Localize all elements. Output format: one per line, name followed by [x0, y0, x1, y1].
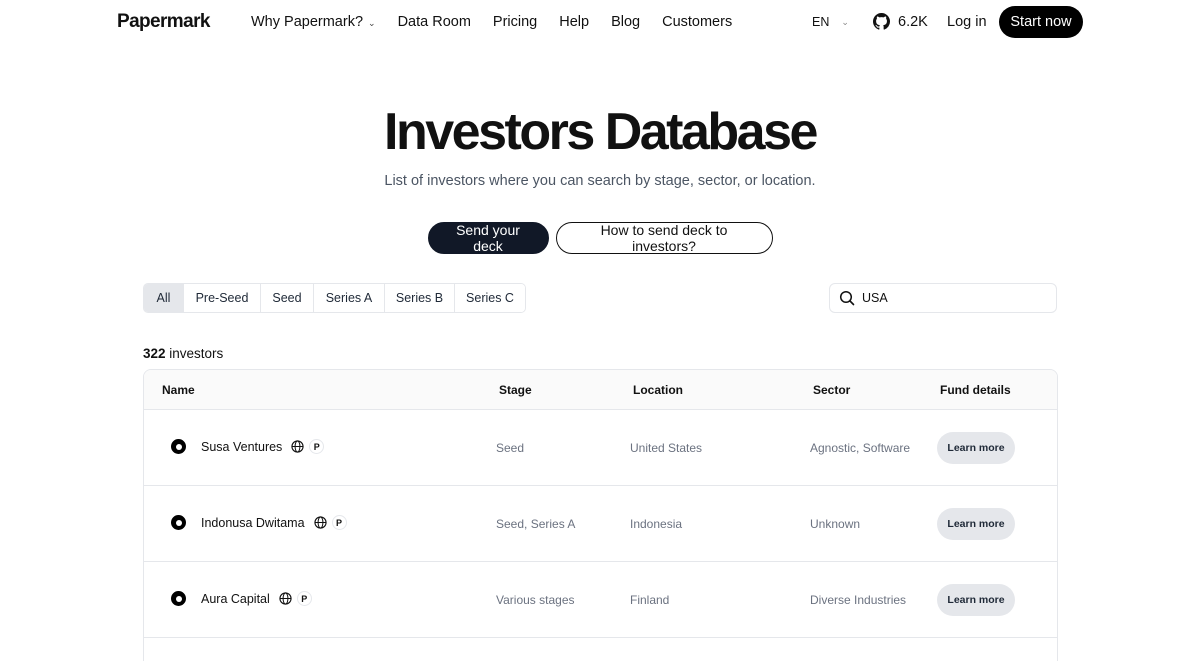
learn-more-button[interactable]: Learn more	[937, 508, 1015, 540]
investor-stage: Seed	[496, 441, 525, 455]
tab-series-a[interactable]: Series A	[314, 284, 385, 312]
investor-count-label: investors	[165, 346, 224, 361]
investor-name-cell: Aura Capital P	[171, 591, 312, 606]
investor-sector: Diverse Industries	[810, 593, 907, 607]
tab-pre-seed[interactable]: Pre-Seed	[184, 284, 261, 312]
page-subtitle: List of investors where you can search b…	[384, 173, 816, 189]
papermark-logo[interactable]: Papermark	[117, 11, 210, 33]
search-box	[829, 283, 1057, 313]
nav-links: Why Papermark? ⌄ Data Room Pricing Help …	[251, 14, 754, 30]
chevron-down-icon: ⌄	[841, 16, 849, 27]
tab-series-b[interactable]: Series B	[385, 284, 455, 312]
nav-link-pricing[interactable]: Pricing	[493, 14, 537, 30]
investor-location: Indonesia	[630, 517, 683, 531]
top-navigation: Papermark Why Papermark? ⌄ Data Room Pri…	[0, 0, 1200, 44]
investor-logo-icon	[171, 515, 186, 530]
column-header-sector: Sector	[813, 383, 851, 397]
investors-table: Name Stage Location Sector Fund details …	[143, 369, 1058, 661]
nav-link-blog[interactable]: Blog	[611, 14, 640, 30]
globe-icon[interactable]	[291, 440, 304, 453]
globe-icon[interactable]	[313, 516, 327, 529]
how-to-send-deck-button[interactable]: How to send deck to investors?	[555, 222, 773, 254]
page-title: Investors Database	[384, 103, 818, 161]
tab-series-c[interactable]: Series C	[455, 284, 525, 312]
investor-count-number: 322	[143, 346, 166, 361]
investor-sector: Agnostic, Software	[810, 441, 911, 455]
learn-more-button[interactable]: Learn more	[937, 432, 1015, 464]
investor-name: Susa Ventures	[201, 439, 283, 454]
table-row: Indonusa Dwitama P Seed, Series A Indone…	[144, 486, 1057, 562]
search-icon	[839, 290, 855, 306]
investor-count: 322 investors	[143, 346, 223, 361]
table-row: Aura Capital P Various stages Finland Di…	[144, 562, 1057, 638]
nav-link-label: Why Papermark?	[251, 14, 364, 30]
nav-link-customers[interactable]: Customers	[662, 14, 732, 30]
investor-stage: Various stages	[496, 593, 575, 607]
github-icon	[873, 13, 890, 30]
investor-location: Finland	[630, 593, 670, 607]
investor-name: Aura Capital	[201, 591, 270, 606]
table-row: Susa Ventures P Seed United States Agnos…	[144, 410, 1057, 486]
tab-seed[interactable]: Seed	[261, 284, 314, 312]
investor-logo-icon	[171, 591, 186, 606]
nav-link-why-papermark[interactable]: Why Papermark? ⌄	[251, 14, 376, 30]
language-selector[interactable]: EN ⌄	[812, 15, 849, 29]
globe-icon[interactable]	[279, 592, 292, 605]
column-header-stage: Stage	[499, 383, 532, 397]
tab-all[interactable]: All	[144, 284, 184, 312]
github-stars-count: 6.2K	[898, 13, 928, 30]
search-input[interactable]	[862, 291, 1042, 305]
stage-filter-tabs: All Pre-Seed Seed Series A Series B Seri…	[143, 283, 526, 313]
nav-link-help[interactable]: Help	[559, 14, 589, 30]
investor-sector: Unknown	[810, 517, 861, 531]
investor-stage: Seed, Series A	[496, 517, 576, 531]
nav-link-data-room[interactable]: Data Room	[398, 14, 471, 30]
cta-row: Send your deck How to send deck to inves…	[0, 222, 1200, 254]
p-badge-icon[interactable]: P	[309, 439, 325, 454]
language-label: EN	[812, 15, 830, 29]
column-header-name: Name	[162, 383, 195, 397]
investor-location: United States	[630, 441, 703, 455]
learn-more-button[interactable]: Learn more	[937, 584, 1015, 616]
login-link[interactable]: Log in	[947, 14, 987, 30]
send-deck-button[interactable]: Send your deck	[427, 222, 549, 254]
p-badge-icon[interactable]: P	[331, 515, 347, 530]
chevron-down-icon: ⌄	[368, 17, 376, 28]
investor-name-cell: Indonusa Dwitama P	[171, 515, 347, 530]
start-now-button[interactable]: Start now	[999, 6, 1083, 38]
p-badge-icon[interactable]: P	[296, 591, 312, 606]
github-link[interactable]: 6.2K	[873, 13, 928, 30]
investor-name-cell: Susa Ventures P	[171, 439, 325, 454]
column-header-location: Location	[633, 383, 683, 397]
investor-logo-icon	[171, 439, 186, 454]
column-header-fund-details: Fund details	[940, 383, 1011, 397]
table-header: Name Stage Location Sector Fund details	[144, 370, 1057, 410]
investor-name: Indonusa Dwitama	[201, 515, 305, 530]
